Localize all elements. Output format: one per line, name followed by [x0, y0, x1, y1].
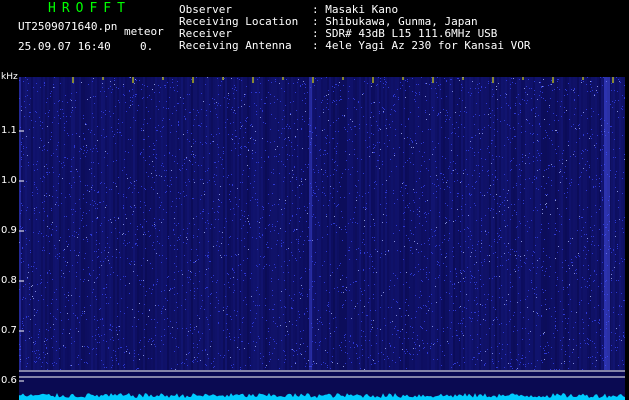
station-info-row: Receiving Antenna : 4ele Yagi Az 230 for…	[179, 40, 531, 52]
y-tick-label: 1.0	[1, 175, 17, 186]
y-tick-label: 0.8	[1, 275, 17, 286]
y-tick-label: 1.1	[1, 125, 17, 136]
y-tick-label: 0.6	[1, 375, 17, 386]
meteor-count: 0.	[140, 40, 154, 53]
filename-label: UT2509071640.pn	[18, 20, 118, 33]
y-tick-label: 0.7	[1, 325, 17, 336]
y-axis-unit: kHz	[1, 72, 18, 82]
y-tick-label: 0.9	[1, 225, 17, 236]
spectrogram	[19, 77, 625, 400]
antenna-value: : 4ele Yagi Az 230 for Kansai VOR	[312, 39, 531, 52]
spectrogram-bands	[19, 77, 625, 370]
app-logo: HROFFT	[48, 1, 131, 16]
station-info: Observer : Masaki Kano Receiving Locatio…	[179, 4, 531, 52]
datetime-label: 25.09.07 16:40	[18, 40, 111, 53]
spectrogram-canvas	[19, 77, 625, 400]
meteor-label: meteor	[124, 25, 164, 38]
antenna-key: Receiving Antenna	[179, 39, 292, 52]
